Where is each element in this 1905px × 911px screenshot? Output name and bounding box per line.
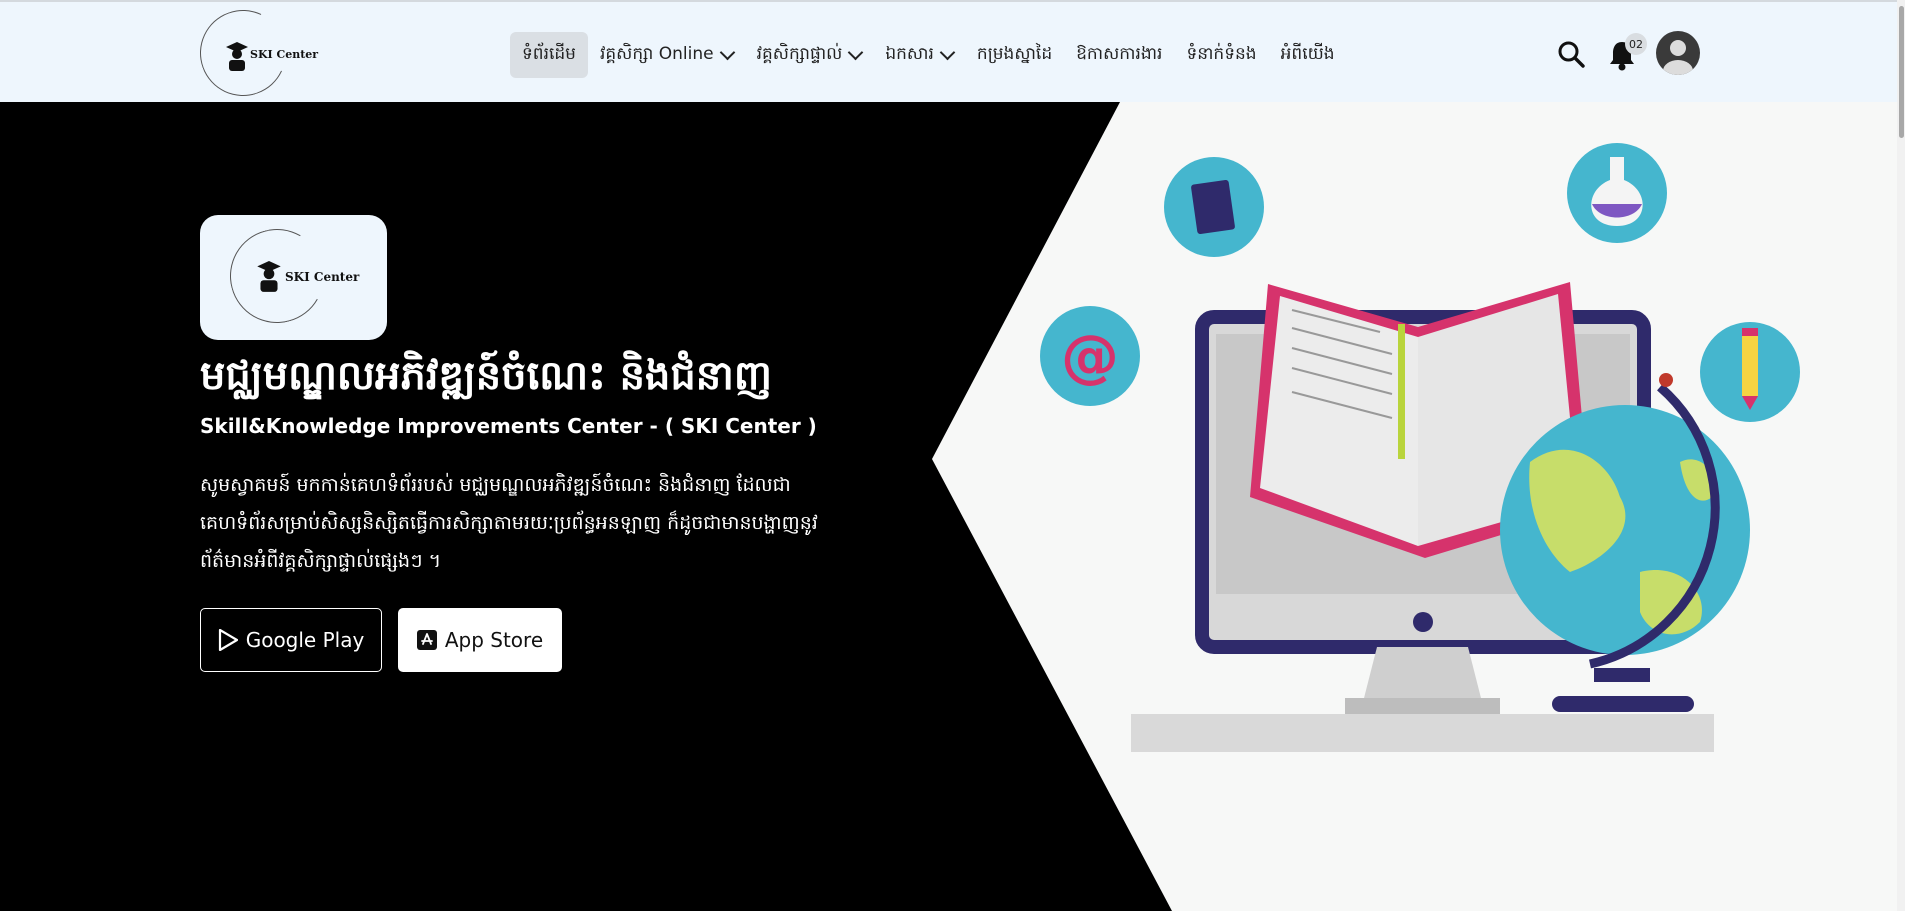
app-store-label: App Store — [444, 628, 544, 652]
play-store-icon — [218, 629, 238, 651]
monitor-base — [1345, 698, 1500, 714]
nav-onsite-courses[interactable]: វគ្គសិក្សាផ្ទាល់ — [745, 32, 874, 78]
hero-description: សូមស្វាគមន៍ មកកាន់គេហទំព័ររបស់ មជ្ឈមណ្ឌល… — [200, 474, 818, 572]
small-book — [1191, 179, 1235, 235]
globe-neck — [1594, 668, 1650, 682]
notification-badge: 02 — [1625, 33, 1647, 55]
user-icon — [1663, 40, 1693, 75]
nav-online-courses-label: វគ្គសិក្សា Online — [599, 43, 714, 64]
desk-shelf — [1131, 714, 1714, 752]
nav-portfolio-label: កម្រងស្នាដៃ — [976, 43, 1053, 64]
search-icon[interactable] — [1557, 40, 1585, 68]
pencil-body — [1742, 334, 1758, 396]
google-play-label: Google Play — [245, 628, 365, 652]
hero-title: មជ្ឈមណ្ឌលអភិវឌ្ឍន៍ចំណេះ និងជំនាញ — [200, 353, 772, 399]
chevron-down-icon — [939, 44, 956, 61]
monitor-stand — [1363, 647, 1482, 702]
logo-text: SKI Center — [250, 48, 319, 61]
pencil-eraser — [1742, 328, 1758, 336]
hero-subtitle: Skill&Knowledge Improvements Center - ( … — [200, 414, 817, 438]
at-sign: @ — [1061, 322, 1119, 390]
nav-jobs-label: ឱកាសការងារ — [1076, 43, 1163, 64]
graduate-icon — [257, 261, 281, 292]
nav-documents-label: ឯកសារ — [885, 43, 934, 64]
google-play-button[interactable]: Google Play — [200, 608, 382, 672]
graduate-icon — [226, 42, 248, 71]
nav-about-label: អំពីយើង — [1280, 43, 1335, 64]
hero-logo-text: SKI Center — [285, 270, 360, 284]
chevron-down-icon — [848, 44, 864, 61]
globe-base — [1552, 696, 1694, 712]
app-store-button[interactable]: App Store — [398, 608, 562, 672]
nav-online-courses[interactable]: វគ្គសិក្សា Online — [588, 32, 745, 78]
nav-onsite-courses-label: វគ្គសិក្សាផ្ទាល់ — [756, 43, 843, 64]
book-bookmark — [1398, 324, 1405, 459]
nav-contact-label: ទំនាក់ទំនង — [1186, 43, 1257, 64]
nav-about[interactable]: អំពីយើង — [1269, 32, 1347, 78]
top-navbar: SKI Center ទំព័រដើម វគ្គសិក្សា Online វគ… — [0, 0, 1905, 109]
avatar[interactable] — [1656, 31, 1700, 75]
monitor-button — [1413, 612, 1433, 632]
scrollbar-thumb[interactable] — [1899, 6, 1904, 138]
nav-home[interactable]: ទំព័រដើម — [510, 32, 588, 78]
site-logo[interactable]: SKI Center — [187, 0, 326, 109]
nav-home-label: ទំព័រដើម — [522, 43, 576, 64]
nav-jobs[interactable]: ឱកាសការងារ — [1064, 32, 1174, 78]
chevron-down-icon — [719, 44, 735, 61]
app-store-icon — [416, 630, 437, 650]
globe-top — [1659, 373, 1673, 387]
nav-portfolio[interactable]: កម្រងស្នាដៃ — [965, 32, 1064, 78]
nav-contact[interactable]: ទំនាក់ទំនង — [1174, 32, 1268, 78]
main-nav: ទំព័រដើម វគ្គសិក្សា Online វគ្គសិក្សាផ្ទ… — [510, 32, 1347, 78]
hero-logo: SKI Center — [200, 215, 387, 340]
nav-documents[interactable]: ឯកសារ — [873, 32, 965, 78]
